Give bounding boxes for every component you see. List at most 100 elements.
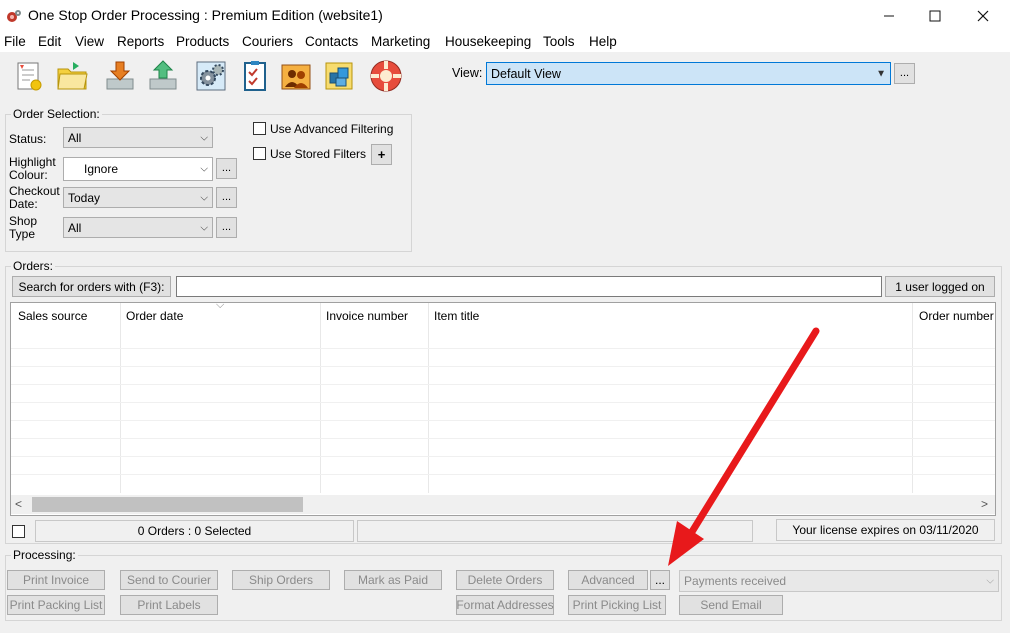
maximize-icon — [929, 10, 941, 22]
advanced-filtering-checkbox[interactable] — [253, 122, 266, 135]
users-logged-on-button[interactable]: 1 user logged on — [885, 276, 995, 297]
column-divider — [428, 303, 429, 493]
add-stored-filter-button[interactable]: + — [371, 144, 392, 165]
grid-row-line — [11, 438, 995, 439]
ship-orders-button[interactable]: Ship Orders — [232, 570, 330, 590]
advanced-more-button[interactable]: ... — [650, 570, 670, 590]
checkout-date-value: Today — [68, 190, 101, 205]
scrollbar-thumb[interactable] — [32, 497, 303, 512]
status-select-value: All — [68, 130, 82, 145]
upload-orders-icon — [149, 60, 177, 90]
grid-row-line — [11, 348, 995, 349]
view-label: View: — [452, 66, 483, 80]
menu-view[interactable]: View — [75, 34, 104, 49]
menu-couriers[interactable]: Couriers — [242, 34, 293, 49]
column-header-item-title[interactable]: Item title — [434, 309, 479, 323]
checklist-button[interactable] — [236, 56, 274, 96]
view-select[interactable]: Default View ▼ — [486, 62, 891, 85]
column-header-order-date[interactable]: Order date — [126, 309, 183, 323]
grid-row-line — [11, 456, 995, 457]
stored-filters-checkbox[interactable] — [253, 147, 266, 160]
window-title: One Stop Order Processing : Premium Edit… — [28, 7, 383, 23]
help-button[interactable] — [367, 56, 405, 96]
payments-received-select[interactable]: Payments received ⌵ — [679, 570, 999, 592]
menu-reports[interactable]: Reports — [117, 34, 164, 49]
advanced-filtering-label: Use Advanced Filtering — [270, 122, 394, 136]
new-order-icon — [17, 62, 42, 91]
minimize-button[interactable] — [866, 0, 912, 32]
grid-row-line — [11, 366, 995, 367]
print-invoice-button[interactable]: Print Invoice — [7, 570, 105, 590]
print-picking-list-button[interactable]: Print Picking List — [568, 595, 666, 615]
orders-grid[interactable]: Sales source Order date ⌵ Invoice number… — [10, 302, 996, 516]
mark-as-paid-button[interactable]: Mark as Paid — [344, 570, 442, 590]
menu-marketing[interactable]: Marketing — [371, 34, 430, 49]
app-logo-icon — [7, 10, 21, 22]
column-divider — [320, 303, 321, 493]
menu-housekeeping[interactable]: Housekeeping — [445, 34, 531, 49]
upload-orders-button[interactable] — [144, 56, 182, 96]
chevron-down-icon: ⌵ — [200, 222, 208, 233]
highlight-colour-select[interactable]: Ignore ⌵ — [63, 157, 213, 181]
horizontal-scrollbar[interactable]: < > — [11, 495, 995, 514]
new-order-button[interactable] — [10, 56, 48, 96]
checkout-date-label: Checkout Date: — [9, 184, 60, 211]
open-folder-button[interactable] — [53, 56, 91, 96]
menu-edit[interactable]: Edit — [38, 34, 61, 49]
order-count-status: 0 Orders : 0 Selected — [35, 520, 354, 542]
download-orders-button[interactable] — [101, 56, 139, 96]
download-orders-icon — [106, 61, 134, 90]
products-button[interactable] — [320, 56, 358, 96]
send-to-courier-button[interactable]: Send to Courier — [120, 570, 218, 590]
chevron-down-icon: ⌵ — [200, 132, 208, 143]
menu-help[interactable]: Help — [589, 34, 617, 49]
license-status: Your license expires on 03/11/2020 — [776, 519, 995, 541]
column-header-order-number[interactable]: Order number — [919, 309, 994, 323]
stored-filters-label: Use Stored Filters — [270, 147, 367, 161]
menu-file[interactable]: File — [4, 34, 26, 49]
shop-type-label: Shop Type — [9, 214, 38, 241]
send-email-button[interactable]: Send Email — [679, 595, 783, 615]
shop-type-select[interactable]: All ⌵ — [63, 217, 213, 238]
settings-gears-icon — [196, 61, 226, 91]
products-icon — [325, 62, 353, 90]
sort-indicator-icon: ⌵ — [216, 302, 225, 311]
column-header-sales-source[interactable]: Sales source — [18, 309, 87, 323]
maximize-button[interactable] — [912, 0, 958, 32]
shop-type-value: All — [68, 220, 82, 235]
delete-orders-button[interactable]: Delete Orders — [456, 570, 554, 590]
scroll-right-icon[interactable]: > — [981, 497, 988, 511]
order-selection-title: Order Selection: — [11, 107, 102, 121]
search-input[interactable] — [176, 276, 882, 297]
grid-row-line — [11, 474, 995, 475]
search-orders-button[interactable]: Search for orders with (F3): — [12, 276, 171, 297]
chevron-down-icon: ⌵ — [200, 192, 208, 203]
settings-button[interactable] — [192, 56, 230, 96]
grid-row-line — [11, 402, 995, 403]
menu-products[interactable]: Products — [176, 34, 229, 49]
menu-contacts[interactable]: Contacts — [305, 34, 358, 49]
contacts-icon — [281, 64, 311, 90]
shop-type-more-button[interactable]: ... — [216, 217, 237, 238]
checkout-date-select[interactable]: Today ⌵ — [63, 187, 213, 208]
view-more-button[interactable]: ... — [894, 63, 915, 84]
print-labels-button[interactable]: Print Labels — [120, 595, 218, 615]
column-header-invoice-number[interactable]: Invoice number — [326, 309, 408, 323]
minimize-icon — [884, 15, 894, 17]
column-divider — [120, 303, 121, 493]
menu-tools[interactable]: Tools — [543, 34, 575, 49]
highlight-colour-more-button[interactable]: ... — [216, 158, 237, 179]
chevron-down-icon: ⌵ — [200, 163, 208, 175]
contacts-button[interactable] — [277, 56, 315, 96]
scroll-left-icon[interactable]: < — [15, 497, 22, 511]
advanced-button[interactable]: Advanced — [568, 570, 648, 590]
close-button[interactable] — [960, 0, 1006, 32]
select-all-checkbox[interactable] — [12, 525, 25, 538]
open-folder-icon — [57, 62, 88, 90]
print-packing-list-button[interactable]: Print Packing List — [7, 595, 105, 615]
title-bar: One Stop Order Processing : Premium Edit… — [0, 0, 1010, 32]
status-select[interactable]: All ⌵ — [63, 127, 213, 148]
help-lifebuoy-icon — [370, 60, 402, 92]
format-addresses-button[interactable]: Format Addresses — [456, 595, 554, 615]
checkout-date-more-button[interactable]: ... — [216, 187, 237, 208]
